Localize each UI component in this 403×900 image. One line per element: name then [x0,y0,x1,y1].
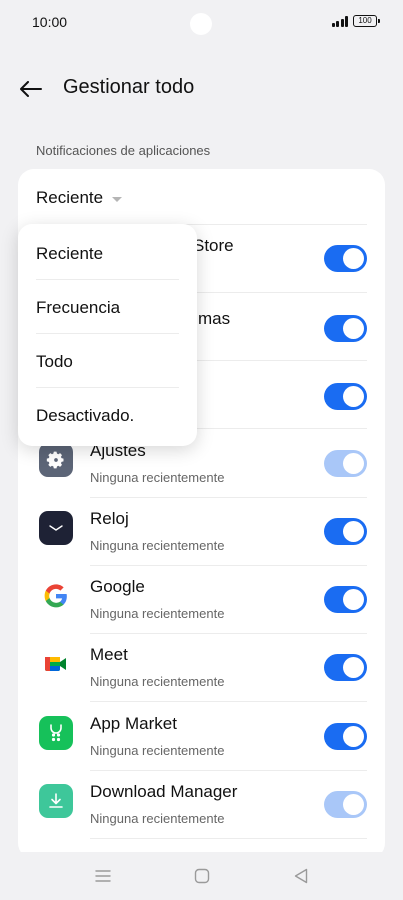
app-subtitle: Ninguna recientemente [90,674,225,689]
toggle-knob [343,248,364,269]
system-navigation-bar [0,852,403,900]
divider [90,838,367,839]
app-subtitle: Ninguna recientemente [90,606,225,621]
battery-level: 100 [358,16,372,25]
toggle-knob [343,726,364,747]
dropdown-option-label: Reciente [36,244,104,263]
toggle-knob [343,589,364,610]
sort-dropdown-menu: Reciente Frecuencia Todo Desactivado. [18,224,197,446]
app-subtitle: Ninguna recientemente [90,811,225,826]
notification-toggle[interactable] [324,586,367,613]
app-name: mas [198,309,231,328]
notification-toggle[interactable] [324,245,367,272]
app-name: App Market [90,714,177,733]
app-subtitle: Ninguna recientemente [90,538,225,553]
home-button[interactable] [190,864,214,888]
section-label: Notificaciones de aplicaciones [36,143,211,158]
notification-toggle[interactable] [324,654,367,681]
status-time: 10:00 [32,14,68,30]
dropdown-option-label: Desactivado. [36,406,135,425]
sort-selected-label: Reciente [36,188,104,207]
status-bar: 10:00 100 [0,0,403,46]
meet-icon [39,647,73,681]
divider [90,701,367,702]
battery-icon: 100 [353,15,380,27]
toggle-knob [343,318,364,339]
notification-toggle[interactable] [324,383,367,410]
sort-dropdown-button[interactable]: Reciente [36,188,123,208]
app-subtitle: Ninguna recientemente [90,743,225,758]
clock-icon [39,511,73,545]
arrow-left-icon [20,81,42,97]
home-icon [194,868,210,884]
app-subtitle: Ninguna recientemente [90,470,225,485]
nav-back-button[interactable] [289,864,313,888]
toggle-knob [343,794,364,815]
app-name: Google [90,577,145,596]
app-name: Meet [90,645,128,664]
toggle-knob [343,453,364,474]
app-row-google[interactable]: Google Ninguna recientemente [18,566,385,634]
app-row-app-market[interactable]: App Market Ninguna recientemente [18,703,385,771]
dropdown-option-desactivado[interactable]: Desactivado. [18,388,197,442]
app-row-reloj[interactable]: Reloj Ninguna recientemente [18,498,385,566]
app-row-meet[interactable]: Meet Ninguna recientemente [18,634,385,702]
camera-cutout [190,13,212,35]
google-icon [39,579,73,613]
menu-button[interactable] [91,864,115,888]
gear-icon [39,443,73,477]
dropdown-option-label: Frecuencia [36,298,121,317]
header: Gestionar todo [0,66,403,112]
toggle-knob [343,657,364,678]
notification-toggle[interactable] [324,450,367,477]
toggle-knob [343,521,364,542]
toggle-knob [343,386,364,407]
download-icon [39,784,73,818]
dropdown-option-reciente[interactable]: Reciente [18,226,197,280]
dropdown-option-label: Todo [36,352,73,371]
notification-toggle[interactable] [324,791,367,818]
dropdown-option-todo[interactable]: Todo [18,334,197,388]
app-name: Reloj [90,509,129,528]
app-row-download-manager[interactable]: Download Manager Ninguna recientemente [18,771,385,839]
signal-icon [331,15,348,27]
app-name: Store [193,236,234,255]
app-market-icon [39,716,73,750]
notification-toggle[interactable] [324,315,367,342]
menu-icon [95,870,111,882]
caret-down-icon [112,196,123,202]
back-triangle-icon [294,868,308,884]
back-button[interactable] [16,74,46,104]
status-icons: 100 [331,15,380,27]
page-title: Gestionar todo [63,76,195,98]
app-name: Download Manager [90,782,238,801]
notification-toggle[interactable] [324,723,367,750]
dropdown-option-frecuencia[interactable]: Frecuencia [18,280,197,334]
notification-toggle[interactable] [324,518,367,545]
